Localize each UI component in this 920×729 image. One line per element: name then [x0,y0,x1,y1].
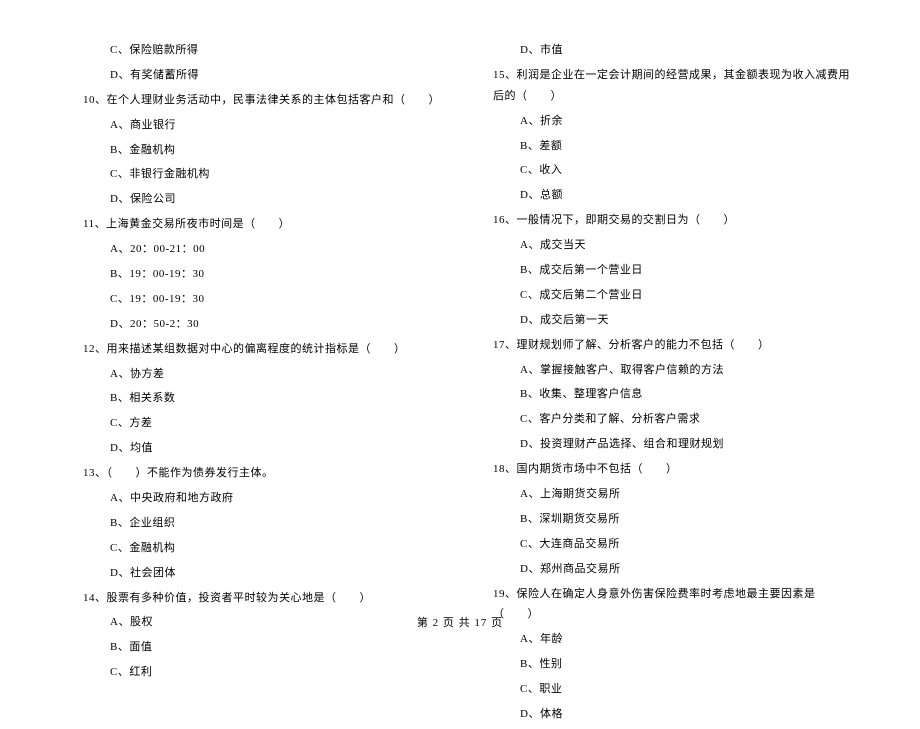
answer-option: B、收集、整理客户信息 [475,384,855,405]
answer-option: C、客户分类和了解、分析客户需求 [475,409,855,430]
answer-option: A、协方差 [65,364,445,385]
question-stem: 17、理财规划师了解、分析客户的能力不包括（ ） [475,335,855,356]
question-stem: 16、一般情况下，即期交易的交割日为（ ） [475,210,855,231]
answer-option: D、有奖储蓄所得 [65,65,445,86]
answer-option: B、深圳期货交易所 [475,509,855,530]
answer-option: B、相关系数 [65,388,445,409]
answer-option: C、成交后第二个营业日 [475,285,855,306]
answer-option: A、成交当天 [475,235,855,256]
answer-option: D、成交后第一天 [475,310,855,331]
answer-option: C、金融机构 [65,538,445,559]
answer-option: C、方差 [65,413,445,434]
question-stem: 13、（ ）不能作为债券发行主体。 [65,463,445,484]
answer-option: B、金融机构 [65,140,445,161]
answer-option: D、投资理财产品选择、组合和理财规划 [475,434,855,455]
answer-option: D、保险公司 [65,189,445,210]
answer-option: A、上海期货交易所 [475,484,855,505]
answer-option: D、社会团体 [65,563,445,584]
answer-option: C、大连商品交易所 [475,534,855,555]
answer-option: A、年龄 [475,629,855,650]
answer-option: B、性别 [475,654,855,675]
question-stem: 12、用来描述某组数据对中心的偏离程度的统计指标是（ ） [65,339,445,360]
question-stem: 10、在个人理财业务活动中，民事法律关系的主体包括客户和（ ） [65,90,445,111]
answer-option: C、非银行金融机构 [65,164,445,185]
question-stem: 18、国内期货市场中不包括（ ） [475,459,855,480]
answer-option: D、20：50-2：30 [65,314,445,335]
answer-option: C、职业 [475,679,855,700]
answer-option: A、20：00-21：00 [65,239,445,260]
answer-option: A、中央政府和地方政府 [65,488,445,509]
answer-option: D、郑州商品交易所 [475,559,855,580]
answer-option: D、市值 [475,40,855,61]
question-stem: 11、上海黄金交易所夜市时间是（ ） [65,214,445,235]
answer-option: A、折余 [475,111,855,132]
answer-option: D、体格 [475,704,855,725]
question-stem: 14、股票有多种价值，投资者平时较为关心地是（ ） [65,588,445,609]
answer-option: A、掌握接触客户、取得客户信赖的方法 [475,360,855,381]
answer-option: D、总额 [475,185,855,206]
answer-option: C、红利 [65,662,445,683]
answer-option: D、均值 [65,438,445,459]
answer-option: B、企业组织 [65,513,445,534]
answer-option: C、19：00-19：30 [65,289,445,310]
answer-option: C、保险赔款所得 [65,40,445,61]
answer-option: B、差额 [475,136,855,157]
answer-option: C、收入 [475,160,855,181]
page-footer: 第 2 页 共 17 页 [0,614,920,630]
answer-option: A、商业银行 [65,115,445,136]
question-stem: 15、利润是企业在一定会计期间的经营成果，其金额表现为收入减费用后的（ ） [475,65,855,107]
answer-option: B、面值 [65,637,445,658]
answer-option: B、成交后第一个营业日 [475,260,855,281]
answer-option: B、19：00-19：30 [65,264,445,285]
